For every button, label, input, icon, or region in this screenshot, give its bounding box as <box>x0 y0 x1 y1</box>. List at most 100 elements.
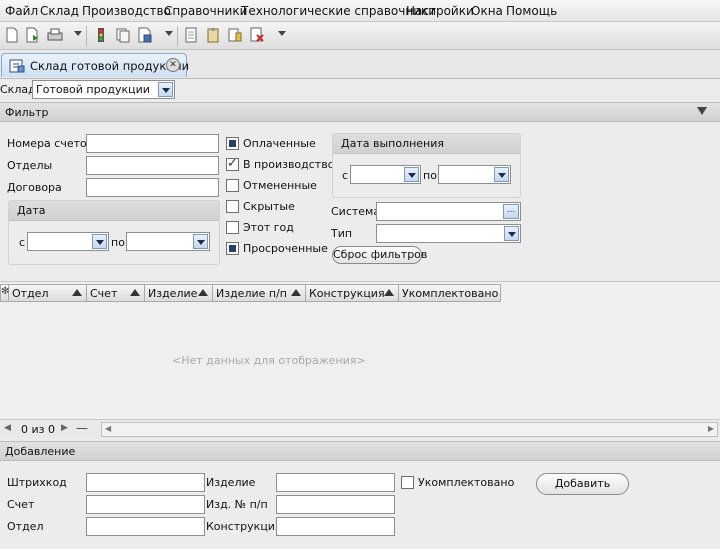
chevron-down-icon[interactable] <box>193 234 208 249</box>
results-grid: ✻ Отдел Счет Изделие Изделие п/п Констру… <box>0 281 720 438</box>
system-label: Система <box>331 205 381 218</box>
hidden-checkbox[interactable] <box>226 200 239 213</box>
prev-page-icon[interactable]: ◀ <box>4 423 11 433</box>
column-header-product-number[interactable]: Изделие п/п <box>213 284 306 302</box>
date-to-picker[interactable] <box>126 232 210 251</box>
system-input[interactable]: ... <box>376 202 521 221</box>
menu-bar: Файл Склад Производство Справочники Техн… <box>0 0 720 22</box>
horizontal-scrollbar[interactable]: ◀ ▶ <box>101 422 718 437</box>
date-from-label: с <box>19 236 26 249</box>
print-icon[interactable] <box>46 26 64 44</box>
copy-icon[interactable] <box>114 26 132 44</box>
chevron-down-icon[interactable] <box>92 234 107 249</box>
remove-row-icon[interactable]: — <box>76 421 88 435</box>
chevron-down-icon[interactable] <box>504 226 519 241</box>
close-icon[interactable]: ✕ <box>166 58 180 72</box>
add-section-title: Добавление <box>5 445 76 458</box>
overdue-label: Просроченные <box>243 242 328 255</box>
open-document-icon[interactable] <box>24 26 42 44</box>
invoice-numbers-input[interactable] <box>86 134 219 153</box>
type-label: Тип <box>331 227 353 240</box>
column-header-label: Изделие п/п <box>216 287 287 300</box>
print-dropdown-icon[interactable] <box>74 31 82 36</box>
sort-asc-icon <box>72 289 82 296</box>
scroll-right-icon[interactable]: ▶ <box>708 424 714 433</box>
document-dropdown-icon[interactable] <box>165 31 173 36</box>
tab-finished-goods-warehouse[interactable]: Склад готовой продукции ✕ <box>1 53 189 77</box>
departments-input[interactable] <box>86 156 219 175</box>
column-header-department[interactable]: Отдел <box>9 284 87 302</box>
contracts-label: Договора <box>7 181 62 194</box>
clipboard-icon[interactable] <box>204 26 222 44</box>
menu-file[interactable]: Файл <box>5 4 38 18</box>
save-document-icon[interactable] <box>136 26 154 44</box>
sort-asc-icon <box>130 289 140 296</box>
exec-date-from-picker[interactable] <box>350 165 421 184</box>
exec-date-to-label: по <box>423 169 437 182</box>
delete-dropdown-icon[interactable] <box>278 31 286 36</box>
add-department-input[interactable] <box>86 517 205 536</box>
add-button[interactable]: Добавить <box>536 473 629 495</box>
grid-settings-corner[interactable]: ✻ <box>0 284 9 302</box>
column-header-label: Укомплектовано <box>402 287 499 300</box>
departments-label: Отделы <box>7 159 53 172</box>
paid-checkbox[interactable] <box>226 137 239 150</box>
new-document-icon[interactable] <box>3 26 21 44</box>
report-icon[interactable] <box>182 26 200 44</box>
menu-settings[interactable]: Настройки <box>406 4 474 18</box>
add-section-header: Добавление <box>0 441 720 461</box>
add-department-label: Отдел <box>7 520 44 533</box>
barcode-label: Штрихкод <box>7 476 67 489</box>
filter-header[interactable]: Фильтр <box>0 102 720 122</box>
next-page-icon[interactable]: ▶ <box>61 423 68 433</box>
completed-checkbox[interactable] <box>401 476 414 489</box>
delete-document-icon[interactable] <box>248 26 266 44</box>
sort-asc-icon <box>291 289 301 296</box>
add-product-input[interactable] <box>276 473 395 492</box>
date-to-label: по <box>111 236 125 249</box>
warehouse-tab-icon <box>9 59 25 73</box>
collapse-arrow-icon[interactable] <box>697 107 707 115</box>
column-header-invoice[interactable]: Счет <box>87 284 145 302</box>
date-group-title: Дата <box>17 204 46 217</box>
menu-warehouse[interactable]: Склад <box>40 4 79 18</box>
column-header-construction[interactable]: Конструкция <box>306 284 399 302</box>
column-header-product[interactable]: Изделие <box>145 284 213 302</box>
date-group-header: Дата <box>9 201 219 221</box>
add-construction-input[interactable] <box>276 517 395 536</box>
add-product-number-input[interactable] <box>276 495 395 514</box>
menu-references[interactable]: Справочники <box>164 4 247 18</box>
chevron-down-icon[interactable] <box>494 167 509 182</box>
grid-pager: ◀ 0 из 0 ▶ — ◀ ▶ <box>0 419 720 438</box>
toolbar <box>0 22 720 50</box>
add-construction-label: Конструкция <box>206 520 282 533</box>
add-invoice-input[interactable] <box>86 495 205 514</box>
overdue-checkbox[interactable] <box>226 242 239 255</box>
reset-filters-button[interactable]: Сброс фильтров <box>332 246 427 264</box>
column-header-label: Изделие <box>148 287 198 300</box>
menu-production[interactable]: Производство <box>82 4 171 18</box>
menu-windows[interactable]: Окна <box>471 4 503 18</box>
barcode-input[interactable] <box>86 473 205 492</box>
column-header-completed[interactable]: Укомплектовано <box>399 284 501 302</box>
execution-date-group-title: Дата выполнения <box>341 137 445 150</box>
scroll-left-icon[interactable]: ◀ <box>105 424 111 433</box>
menu-help[interactable]: Помощь <box>506 4 557 18</box>
paid-label: Оплаченные <box>243 137 316 150</box>
this-year-checkbox[interactable] <box>226 221 239 234</box>
cancelled-checkbox[interactable] <box>226 179 239 192</box>
tree-report-icon[interactable] <box>226 26 244 44</box>
type-select[interactable] <box>376 224 521 243</box>
contracts-input[interactable] <box>86 178 219 197</box>
in-production-checkbox[interactable] <box>226 156 239 171</box>
add-invoice-label: Счет <box>7 498 35 511</box>
warehouse-select-value: Готовой продукции <box>36 83 150 96</box>
warehouse-select[interactable]: Готовой продукции <box>32 80 175 99</box>
chevron-down-icon[interactable] <box>158 82 173 97</box>
exec-date-to-picker[interactable] <box>438 165 511 184</box>
date-from-picker[interactable] <box>27 232 109 251</box>
chevron-down-icon[interactable] <box>404 167 419 182</box>
execution-date-group: Дата выполнения с по <box>332 133 521 198</box>
system-browse-button[interactable]: ... <box>503 204 519 219</box>
traffic-light-icon[interactable] <box>92 26 110 44</box>
